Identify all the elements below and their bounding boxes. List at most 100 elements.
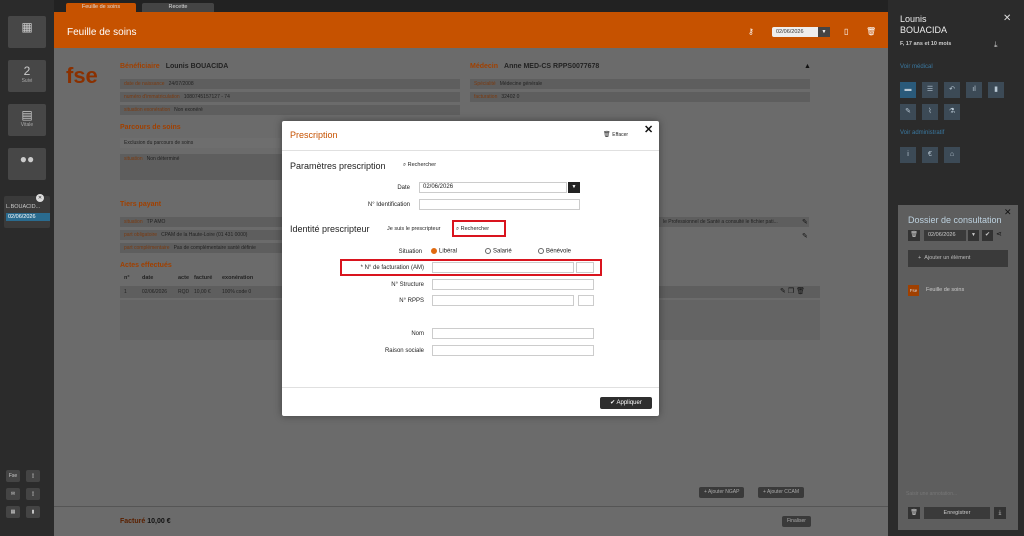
vitale-button[interactable]: ▤ Vitale bbox=[8, 104, 46, 136]
patient-last-name: BOUACIDA bbox=[900, 25, 948, 35]
beneficiary-label: Bénéficiaire bbox=[120, 63, 160, 70]
clipboard-icon[interactable]: ▯ bbox=[26, 488, 40, 500]
suivi-button[interactable]: 2 Suivi bbox=[8, 60, 46, 92]
bank-icon[interactable]: ⌂ bbox=[944, 147, 960, 163]
close-icon[interactable]: ✕ bbox=[36, 194, 44, 202]
doctor-name: Anne MED-CS RPPS0077678 bbox=[504, 63, 600, 70]
date-input[interactable]: 02/06/2026 bbox=[419, 182, 567, 193]
beneficiary-section: Bénéficiaire Lounis BOUACIDA bbox=[120, 63, 228, 70]
edit-icon[interactable]: ✎ bbox=[802, 218, 808, 226]
finalize-button[interactable]: Finaliser bbox=[782, 516, 811, 527]
clear-button[interactable]: 🗑 Effacer bbox=[603, 131, 628, 138]
apply-button[interactable]: ✔ Appliquer bbox=[600, 397, 652, 409]
row-immatriculation: numéro d'immatriculation 1080745157127 - … bbox=[120, 92, 460, 102]
copy-icon[interactable]: ❐ bbox=[788, 288, 794, 295]
row-value: Non déterminé bbox=[146, 156, 180, 162]
search-prescriber-button[interactable]: ⌕ Rechercher bbox=[456, 224, 489, 234]
calculator-icon[interactable]: ▦ bbox=[6, 506, 20, 518]
patients-button[interactable]: ●● bbox=[8, 148, 46, 180]
radio-benevole[interactable]: Bénévole bbox=[538, 248, 571, 255]
edit-icon[interactable]: ✎ bbox=[802, 232, 808, 240]
bars-icon[interactable]: ıl bbox=[966, 82, 982, 98]
export-icon[interactable]: ⤓ bbox=[994, 507, 1006, 519]
facturation-input[interactable] bbox=[432, 262, 574, 273]
close-icon[interactable]: ✕ bbox=[1004, 207, 1012, 218]
share-icon[interactable]: ⋖ bbox=[996, 230, 1002, 238]
undo-icon[interactable]: ↶ bbox=[944, 82, 960, 98]
add-ccam-button[interactable]: + Ajouter CCAM bbox=[758, 487, 804, 498]
card-icon: ▤ bbox=[21, 108, 33, 122]
radio-liberal[interactable]: Libéral bbox=[431, 248, 457, 255]
chart-icon[interactable]: ▮ bbox=[26, 506, 40, 518]
collapse-icon[interactable]: ▲ bbox=[804, 63, 811, 70]
self-prescriber-link[interactable]: Je suis le prescripteur bbox=[387, 224, 441, 234]
trash-icon[interactable]: 🗑 bbox=[796, 288, 805, 295]
flask-icon[interactable]: ⚗ bbox=[944, 104, 960, 120]
tab-recette[interactable]: Recette bbox=[142, 3, 214, 12]
file-icon[interactable]: ▯ bbox=[844, 27, 848, 36]
add-element-button[interactable]: + Ajouter un élément bbox=[908, 250, 1008, 267]
annotation-input[interactable]: Saisir une annotation... bbox=[906, 491, 1006, 497]
attachment-icon[interactable]: ⌇ bbox=[922, 104, 938, 120]
facturation-key-input[interactable] bbox=[576, 262, 594, 273]
check-icon[interactable]: ✔ bbox=[982, 230, 993, 241]
row-value: 24/07/2008 bbox=[168, 81, 194, 87]
list-icon[interactable]: ☰ bbox=[922, 82, 938, 98]
trash-icon[interactable]: 🗑 bbox=[908, 507, 920, 519]
radio-salarie[interactable]: Salarié bbox=[485, 248, 512, 255]
patient-age: F, 17 ans et 10 mois bbox=[900, 41, 952, 47]
add-ccam-label: Ajouter CCAM bbox=[767, 489, 799, 495]
situation-label: Situation bbox=[398, 249, 422, 255]
patient-shortcut[interactable]: L.BOUACID... 02/06/2026 bbox=[4, 196, 50, 228]
row-key: situation bbox=[124, 219, 143, 225]
save-button[interactable]: Enregistrer bbox=[924, 507, 990, 519]
facture-label: Facturé bbox=[120, 518, 146, 525]
add-ngap-button[interactable]: + Ajouter NGAP bbox=[699, 487, 745, 498]
row-key: Spécialité bbox=[474, 81, 496, 87]
row-value: Médecine générale bbox=[499, 81, 543, 87]
parcours-situation: situation Non déterminé bbox=[120, 154, 282, 180]
section-params: Paramètres prescription bbox=[290, 161, 386, 171]
col-header: n° bbox=[124, 275, 130, 281]
chevron-down-icon[interactable]: ▼ bbox=[968, 230, 979, 241]
fse-shortcut[interactable]: Fse bbox=[6, 470, 20, 482]
edit-patient-icon[interactable]: ⤓ bbox=[994, 40, 998, 50]
identification-input[interactable] bbox=[419, 199, 580, 210]
pen-icon[interactable]: ✎ bbox=[900, 104, 916, 120]
dossier-item-feuille[interactable]: Feuille de soins bbox=[926, 287, 964, 293]
header-date[interactable]: 02/06/2026 bbox=[772, 27, 822, 37]
rpps-key-input[interactable] bbox=[578, 295, 594, 306]
chevron-down-icon[interactable]: ▼ bbox=[818, 27, 830, 37]
row-tp-situation: situation TP AMO bbox=[120, 217, 282, 227]
page-header: Feuille de soins ⚷ 02/06/2026 ▼ ▯ 🗑 bbox=[54, 12, 888, 48]
tiers-right-note: le Professionnel de Santé a consulté le … bbox=[659, 217, 809, 227]
rpps-input[interactable] bbox=[432, 295, 574, 306]
info-icon[interactable]: i bbox=[900, 147, 916, 163]
document-icon[interactable]: ▯ bbox=[26, 470, 40, 482]
grid-menu-button[interactable]: ▦ bbox=[8, 16, 46, 48]
edit-icon[interactable]: ✎ bbox=[780, 288, 786, 295]
dossier-date[interactable]: 02/06/2026 bbox=[924, 230, 966, 241]
nom-input[interactable] bbox=[432, 328, 594, 339]
tab-feuille-de-soins[interactable]: Feuille de soins bbox=[66, 3, 136, 12]
facturation-label: * N° de facturation (AM) bbox=[360, 265, 424, 271]
key-icon[interactable]: ⚷ bbox=[748, 27, 754, 36]
cell: 100% code 0 bbox=[222, 289, 252, 295]
raison-input[interactable] bbox=[432, 345, 594, 356]
structure-input[interactable] bbox=[432, 279, 594, 290]
close-icon[interactable]: ✕ bbox=[1003, 13, 1011, 24]
parcours-exclusion: Exclusion du parcours de soins bbox=[120, 138, 282, 148]
mail-icon[interactable]: ✉ bbox=[6, 488, 20, 500]
section-identity: Identité prescripteur bbox=[290, 224, 370, 234]
euro-icon[interactable]: € bbox=[922, 147, 938, 163]
close-icon[interactable]: ✕ bbox=[644, 123, 653, 136]
patient-short-date: 02/06/2026 bbox=[6, 213, 50, 221]
chevron-down-icon[interactable]: ▼ bbox=[568, 182, 580, 193]
chart-icon[interactable]: ▮ bbox=[988, 82, 1004, 98]
rpps-label: N° RPPS bbox=[399, 298, 424, 304]
col-header: acte bbox=[178, 275, 190, 281]
trash-icon[interactable]: 🗑 bbox=[866, 27, 876, 36]
search-button[interactable]: ⌕ Rechercher bbox=[403, 160, 436, 170]
consult-icon[interactable]: ▬ bbox=[900, 82, 916, 98]
trash-icon[interactable]: 🗑 bbox=[908, 230, 920, 241]
